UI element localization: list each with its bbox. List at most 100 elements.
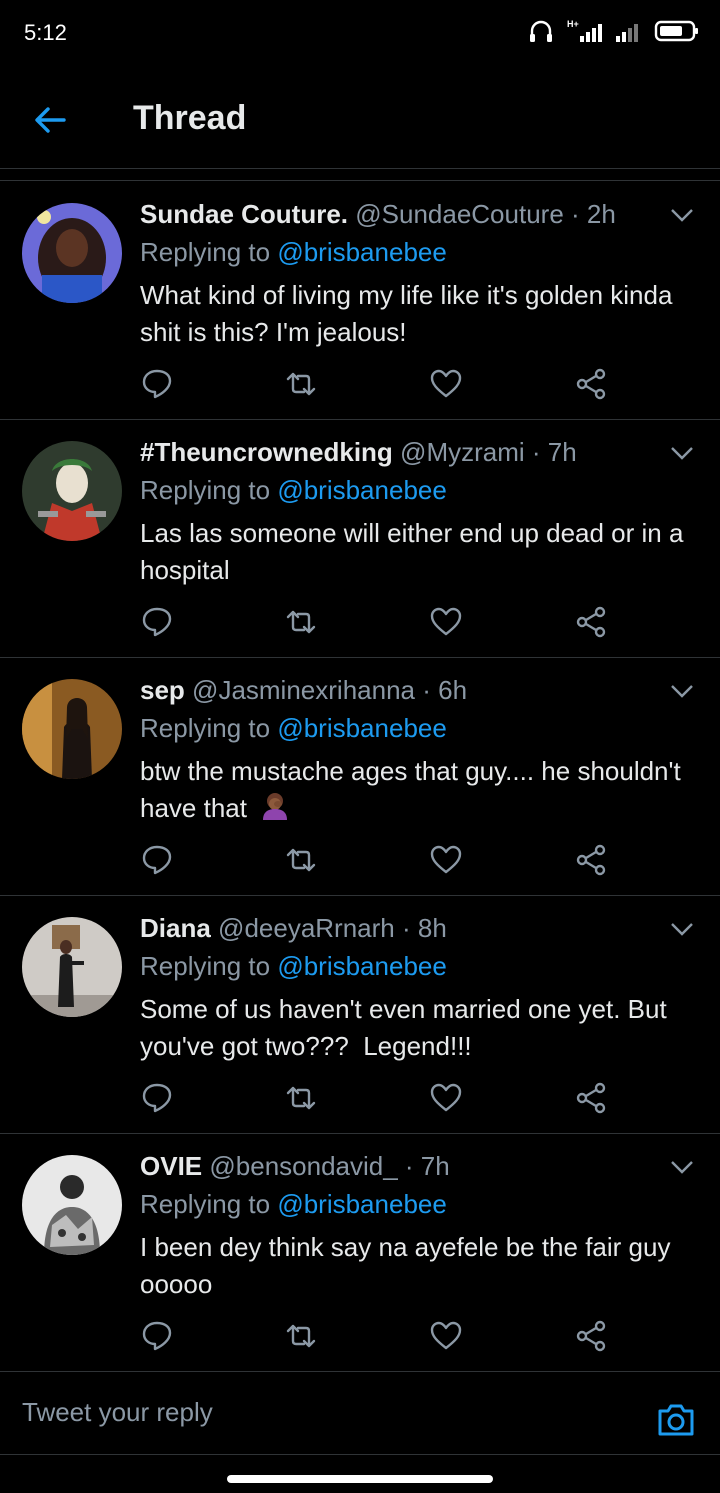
more-options-button[interactable] bbox=[670, 921, 694, 937]
retweet-button[interactable] bbox=[284, 843, 318, 877]
author-handle[interactable]: @Jasminexrihanna bbox=[192, 675, 415, 705]
author-handle[interactable]: @bensondavid_ bbox=[209, 1151, 397, 1181]
chevron-down-icon bbox=[671, 923, 693, 936]
tweet-time: 8h bbox=[417, 913, 447, 943]
replying-to: Replying to @brisbanebee bbox=[140, 1189, 447, 1220]
retweet-icon bbox=[286, 1324, 316, 1348]
chevron-down-icon bbox=[671, 209, 693, 222]
share-icon bbox=[576, 844, 606, 876]
replying-label: Replying to bbox=[140, 713, 278, 743]
tweet-actions bbox=[140, 1081, 620, 1115]
author-handle[interactable]: @Myzrami bbox=[400, 437, 525, 467]
share-button[interactable] bbox=[574, 1319, 608, 1353]
avatar[interactable] bbox=[22, 203, 122, 303]
reply-icon bbox=[142, 1083, 172, 1113]
heart-icon bbox=[430, 1083, 462, 1112]
share-icon bbox=[576, 1082, 606, 1114]
replying-label: Replying to bbox=[140, 237, 278, 267]
reply-button[interactable] bbox=[140, 1319, 174, 1353]
share-button[interactable] bbox=[574, 367, 608, 401]
back-button[interactable] bbox=[30, 100, 74, 140]
tweet-time: 6h bbox=[438, 675, 468, 705]
home-indicator[interactable] bbox=[227, 1475, 493, 1483]
battery-icon bbox=[654, 20, 698, 42]
replying-label: Replying to bbox=[140, 951, 278, 981]
reply-button[interactable] bbox=[140, 367, 174, 401]
mention-link[interactable]: @brisbanebee bbox=[277, 475, 447, 505]
like-button[interactable] bbox=[429, 605, 463, 639]
reply-button[interactable] bbox=[140, 605, 174, 639]
replying-to: Replying to @brisbanebee bbox=[140, 951, 447, 982]
avatar[interactable] bbox=[22, 917, 122, 1017]
separator: · bbox=[563, 199, 587, 229]
tweet[interactable]: Diana @deeyaRrnarh · 8h Replying to @bri… bbox=[0, 895, 720, 1134]
retweet-button[interactable] bbox=[284, 605, 318, 639]
svg-text:H+: H+ bbox=[567, 19, 579, 29]
avatar[interactable] bbox=[22, 1155, 122, 1255]
camera-button[interactable] bbox=[655, 1399, 697, 1441]
author-handle[interactable]: @deeyaRrnarh bbox=[218, 913, 395, 943]
share-icon bbox=[576, 1320, 606, 1352]
tweet-text-container: btw the mustache ages that guy.... he sh… bbox=[140, 753, 700, 830]
status-time: 5:12 bbox=[24, 20, 67, 45]
reply-icon bbox=[142, 1321, 172, 1351]
share-button[interactable] bbox=[574, 843, 608, 877]
reply-icon bbox=[142, 607, 172, 637]
more-options-button[interactable] bbox=[670, 207, 694, 223]
mention-link[interactable]: @brisbanebee bbox=[277, 713, 447, 743]
author-name[interactable]: Sundae Couture. bbox=[140, 199, 348, 229]
separator: · bbox=[394, 913, 418, 943]
author-name[interactable]: Diana bbox=[140, 913, 211, 943]
page-title: Thread bbox=[133, 99, 247, 137]
like-button[interactable] bbox=[429, 1319, 463, 1353]
more-options-button[interactable] bbox=[670, 1159, 694, 1175]
share-icon bbox=[576, 606, 606, 638]
retweet-button[interactable] bbox=[284, 1319, 318, 1353]
tweet-actions bbox=[140, 1319, 620, 1353]
author-name[interactable]: #Theuncrownedking bbox=[140, 437, 393, 467]
retweet-button[interactable] bbox=[284, 367, 318, 401]
reply-button[interactable] bbox=[140, 843, 174, 877]
thread-header: Thread bbox=[0, 70, 720, 169]
replying-label: Replying to bbox=[140, 475, 278, 505]
mention-link[interactable]: @brisbanebee bbox=[277, 1189, 447, 1219]
replying-to: Replying to @brisbanebee bbox=[140, 475, 447, 506]
mention-link[interactable]: @brisbanebee bbox=[277, 951, 447, 981]
chevron-down-icon bbox=[671, 685, 693, 698]
like-button[interactable] bbox=[429, 1081, 463, 1115]
tweet-text: Las las someone will either end up dead … bbox=[140, 518, 684, 585]
avatar[interactable] bbox=[22, 679, 122, 779]
tweet[interactable]: sep @Jasminexrihanna · 6h Replying to @b… bbox=[0, 657, 720, 896]
camera-icon bbox=[658, 1404, 694, 1436]
author-name[interactable]: sep bbox=[140, 675, 185, 705]
tweet[interactable]: #Theuncrownedking @Myzrami · 7h Replying… bbox=[0, 419, 720, 658]
tweet[interactable]: Sundae Couture. @SundaeCouture · 2h Repl… bbox=[0, 181, 720, 420]
more-options-button[interactable] bbox=[670, 445, 694, 461]
like-button[interactable] bbox=[429, 843, 463, 877]
heart-icon bbox=[430, 845, 462, 874]
share-icon bbox=[576, 368, 606, 400]
retweet-icon bbox=[286, 848, 316, 872]
author-handle[interactable]: @SundaeCouture bbox=[355, 199, 564, 229]
share-button[interactable] bbox=[574, 605, 608, 639]
more-options-button[interactable] bbox=[670, 683, 694, 699]
like-button[interactable] bbox=[429, 367, 463, 401]
share-button[interactable] bbox=[574, 1081, 608, 1115]
replying-to: Replying to @brisbanebee bbox=[140, 237, 447, 268]
heart-icon bbox=[430, 369, 462, 398]
avatar[interactable] bbox=[22, 441, 122, 541]
reply-input[interactable] bbox=[22, 1390, 622, 1434]
retweet-button[interactable] bbox=[284, 1081, 318, 1115]
tweet-text: I been dey think say na ayefele be the f… bbox=[140, 1232, 671, 1299]
tweet-text: btw the mustache ages that guy.... he sh… bbox=[140, 756, 681, 823]
retweet-icon bbox=[286, 372, 316, 396]
tweet-actions bbox=[140, 843, 620, 877]
tweet-time: 2h bbox=[586, 199, 616, 229]
author-name[interactable]: OVIE bbox=[140, 1151, 202, 1181]
tweet[interactable]: OVIE @bensondavid_ · 7h Replying to @bri… bbox=[0, 1133, 720, 1372]
reply-button[interactable] bbox=[140, 1081, 174, 1115]
mention-link[interactable]: @brisbanebee bbox=[277, 237, 447, 267]
tweet-time: 7h bbox=[420, 1151, 450, 1181]
heart-icon bbox=[430, 607, 462, 636]
tweet-text: What kind of living my life like it's go… bbox=[140, 280, 673, 347]
